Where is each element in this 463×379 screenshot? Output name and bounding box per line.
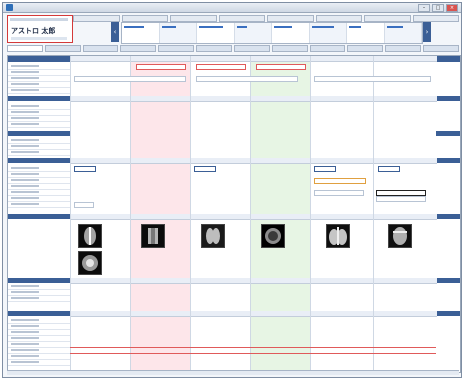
- toolbar-button[interactable]: [121, 15, 168, 22]
- patient-info-row: [11, 37, 67, 40]
- row-label: [8, 122, 70, 128]
- xray-thumbnail[interactable]: [326, 224, 350, 248]
- ct-thumbnail[interactable]: [261, 224, 285, 248]
- section-header: [436, 311, 460, 316]
- timeline-cell[interactable]: [384, 23, 422, 43]
- xray-thumbnail[interactable]: [388, 224, 412, 248]
- clinical-flowsheet: [7, 55, 461, 373]
- timeline-cell[interactable]: [347, 23, 385, 43]
- section-header: [8, 158, 70, 163]
- tab[interactable]: [82, 45, 119, 52]
- xray-thumbnail[interactable]: [78, 224, 102, 248]
- toolbar-button[interactable]: [218, 15, 265, 22]
- day-column[interactable]: [130, 56, 191, 372]
- chevron-left-icon[interactable]: ‹: [111, 22, 119, 42]
- order-cell[interactable]: [74, 166, 96, 172]
- toolbar-button[interactable]: [170, 15, 217, 22]
- application-window: – □ × アストロ 太郎 ‹ ›: [2, 2, 462, 378]
- section-header: [8, 131, 70, 136]
- tab[interactable]: [158, 45, 195, 52]
- day-column[interactable]: [310, 56, 374, 372]
- alert-cell[interactable]: [256, 64, 306, 70]
- status-bar: [7, 370, 459, 375]
- tab[interactable]: [385, 45, 422, 52]
- toolbar-button[interactable]: [364, 15, 411, 22]
- document-cell[interactable]: [314, 190, 364, 196]
- tab[interactable]: [309, 45, 346, 52]
- timeline-cell[interactable]: [197, 23, 235, 43]
- order-cell[interactable]: [314, 178, 366, 184]
- section-header: [8, 214, 70, 219]
- alert-cell[interactable]: [136, 64, 186, 70]
- day-column[interactable]: [190, 56, 251, 372]
- application-icon: [6, 4, 13, 11]
- chevron-right-icon[interactable]: ›: [423, 22, 431, 42]
- alert-cell[interactable]: [196, 64, 246, 70]
- minimize-button[interactable]: –: [418, 4, 430, 12]
- day-column[interactable]: [373, 56, 437, 372]
- row-label: [8, 202, 70, 208]
- tab[interactable]: [347, 45, 384, 52]
- patient-card[interactable]: アストロ 太郎: [7, 15, 73, 43]
- timeline-cell[interactable]: [122, 23, 160, 43]
- day-column[interactable]: [250, 56, 311, 372]
- section-header: [8, 278, 70, 283]
- timeline-cell[interactable]: [234, 23, 272, 43]
- timeline-cell[interactable]: [272, 23, 310, 43]
- abnormal-marker: [70, 347, 436, 348]
- toolbar-button[interactable]: [73, 15, 120, 22]
- abnormal-marker: [70, 353, 436, 354]
- day-column[interactable]: [70, 56, 131, 372]
- maximize-button[interactable]: □: [432, 4, 444, 12]
- timeline-cell[interactable]: [159, 23, 197, 43]
- row-label: [8, 88, 70, 94]
- timeline-overview[interactable]: [121, 22, 423, 44]
- section-header: [436, 214, 460, 219]
- tab[interactable]: [271, 45, 308, 52]
- window-controls: – □ ×: [418, 4, 458, 12]
- section-header: [436, 131, 460, 136]
- row-label: [8, 296, 70, 302]
- title-bar: – □ ×: [3, 3, 461, 13]
- section-header: [436, 56, 460, 62]
- tab[interactable]: [44, 45, 81, 52]
- order-cell[interactable]: [378, 166, 400, 172]
- section-header: [8, 96, 70, 101]
- patient-id-row: [10, 18, 68, 21]
- xray-thumbnail[interactable]: [201, 224, 225, 248]
- close-button[interactable]: ×: [446, 4, 458, 12]
- toolbar-button[interactable]: [412, 15, 459, 22]
- section-header: [8, 56, 70, 62]
- section-header: [436, 278, 460, 283]
- order-cell[interactable]: [194, 166, 216, 172]
- patient-name: アストロ 太郎: [11, 27, 56, 35]
- timeline-cell[interactable]: [309, 23, 347, 43]
- section-header: [8, 311, 70, 316]
- section-header: [436, 158, 460, 163]
- tab[interactable]: [120, 45, 157, 52]
- tab[interactable]: [7, 45, 43, 52]
- ct-thumbnail[interactable]: [78, 251, 102, 275]
- toolbar: [73, 15, 459, 22]
- document-cell[interactable]: [376, 196, 426, 202]
- comment-cell[interactable]: [196, 76, 298, 82]
- tab-bar: [7, 45, 459, 52]
- tab[interactable]: [423, 45, 459, 52]
- tab[interactable]: [196, 45, 232, 52]
- tab[interactable]: [233, 45, 270, 52]
- xray-thumbnail[interactable]: [141, 224, 165, 248]
- comment-cell[interactable]: [314, 76, 431, 82]
- toolbar-button[interactable]: [267, 15, 314, 22]
- row-label: [8, 150, 70, 156]
- order-cell[interactable]: [314, 166, 336, 172]
- document-cell[interactable]: [74, 202, 94, 208]
- row-label: [8, 360, 70, 366]
- comment-cell[interactable]: [74, 76, 186, 82]
- toolbar-button[interactable]: [315, 15, 362, 22]
- section-header: [436, 96, 460, 101]
